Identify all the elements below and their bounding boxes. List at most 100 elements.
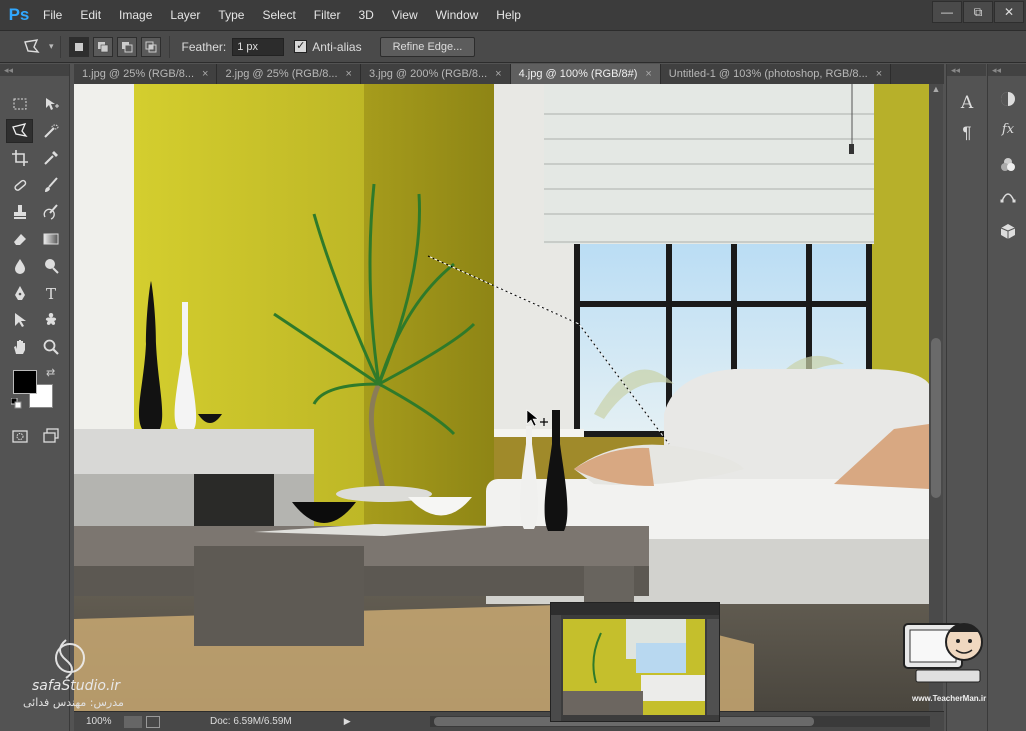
tab-label: Untitled-1 @ 103% (photoshop, RGB/8... (668, 68, 868, 80)
menu-file[interactable]: File (34, 0, 71, 30)
dock-header[interactable]: ◂◂ (947, 64, 986, 76)
gradient-tool-icon[interactable] (37, 227, 64, 251)
preset-dropdown-icon[interactable]: ▾ (49, 41, 54, 52)
watermark-site: safaStudio.ir (32, 678, 121, 694)
minimize-button[interactable]: — (932, 1, 962, 23)
close-tab-icon[interactable]: × (876, 68, 882, 80)
brush-tool-icon[interactable] (37, 173, 64, 197)
paragraph-panel-icon[interactable]: ¶ (951, 118, 983, 148)
options-bar: ▾ Feather: ✓ Anti-alias Refine Edge... (0, 30, 1026, 63)
watermark-teacher: مدرس: مهندس فدائی (23, 696, 124, 709)
tab-label: 1.jpg @ 25% (RGB/8... (82, 68, 195, 80)
tab-3jpg[interactable]: 3.jpg @ 200% (RGB/8... × (360, 64, 511, 84)
menu-image[interactable]: Image (110, 0, 161, 30)
separator (168, 35, 170, 58)
zoom-level[interactable]: 100% (86, 716, 118, 727)
adjustments-panel-icon[interactable] (992, 84, 1024, 114)
menu-layer[interactable]: Layer (161, 0, 209, 30)
menu-view[interactable]: View (383, 0, 427, 30)
menu-window[interactable]: Window (427, 0, 488, 30)
scroll-up-icon[interactable]: ▲ (929, 84, 943, 98)
tab-1jpg[interactable]: 1.jpg @ 25% (RGB/8... × (74, 64, 218, 84)
subtract-from-selection-button[interactable] (116, 36, 137, 57)
custom-shape-tool-icon[interactable] (37, 308, 64, 332)
menu-bar: Ps File Edit Image Layer Type Select Fil… (0, 0, 1026, 30)
crop-tool-icon[interactable] (6, 146, 33, 170)
status-bar: 100% Doc: 6.59M/6.59M ▶ (74, 711, 944, 731)
refine-edge-button[interactable]: Refine Edge... (379, 36, 476, 57)
tab-2jpg[interactable]: 2.jpg @ 25% (RGB/8... × (217, 64, 361, 84)
close-tab-icon[interactable]: × (346, 68, 352, 80)
blur-tool-icon[interactable] (6, 254, 33, 278)
eyedropper-tool-icon[interactable] (37, 146, 64, 170)
menu-3d[interactable]: 3D (349, 0, 382, 30)
paths-panel-icon[interactable] (992, 180, 1024, 210)
antialias-checkbox[interactable]: ✓ (294, 40, 308, 53)
channels-panel-icon[interactable] (992, 150, 1024, 180)
document-size-info: Doc: 6.59M/6.59M (210, 716, 292, 727)
document-tabs: 1.jpg @ 25% (RGB/8... × 2.jpg @ 25% (RGB/… (74, 64, 944, 84)
menu-filter[interactable]: Filter (305, 0, 350, 30)
close-tab-icon[interactable]: × (645, 68, 651, 80)
tab-label: 3.jpg @ 200% (RGB/8... (368, 68, 488, 80)
close-tab-icon[interactable]: × (495, 68, 501, 80)
foreground-color-swatch[interactable] (13, 370, 37, 394)
menu-help[interactable]: Help (487, 0, 530, 30)
dodge-tool-icon[interactable] (37, 254, 64, 278)
color-swatches: ⇄ (0, 364, 69, 422)
polygonal-lasso-preset-icon[interactable] (18, 35, 45, 59)
close-tab-icon[interactable]: × (202, 68, 208, 80)
dock-header[interactable]: ◂◂ (988, 64, 1026, 76)
svg-text:T: T (45, 285, 55, 302)
tab-label: 4.jpg @ 100% (RGB/8#) (518, 68, 638, 80)
swap-colors-icon[interactable]: ⇄ (46, 366, 55, 379)
screen-mode-icon[interactable] (37, 424, 64, 448)
styles-fx-panel-icon[interactable]: fx (992, 114, 1024, 144)
add-to-selection-button[interactable] (92, 36, 113, 57)
clone-stamp-tool-icon[interactable] (6, 200, 33, 224)
move-tool-icon[interactable] (37, 92, 64, 116)
hand-tool-icon[interactable] (6, 335, 33, 359)
restore-button[interactable]: ⧉ (963, 1, 993, 23)
tab-untitled-1[interactable]: Untitled-1 @ 103% (photoshop, RGB/8... × (660, 64, 892, 84)
polygonal-lasso-tool-icon[interactable] (6, 118, 33, 143)
antialias-label: Anti-alias (312, 39, 362, 54)
menu-select[interactable]: Select (253, 0, 304, 30)
zoom-tool-icon[interactable] (37, 335, 64, 359)
menu-edit[interactable]: Edit (71, 0, 110, 30)
interior-photo (74, 84, 929, 711)
menu-type[interactable]: Type (209, 0, 253, 30)
share-icon[interactable] (146, 715, 160, 728)
pen-tool-icon[interactable] (6, 281, 33, 305)
eraser-tool-icon[interactable] (6, 227, 33, 251)
tab-4jpg[interactable]: 4.jpg @ 100% (RGB/8#) × (510, 64, 661, 84)
character-panel-icon[interactable]: A (951, 88, 983, 118)
new-selection-button[interactable] (68, 36, 89, 57)
default-colors-icon[interactable] (11, 398, 22, 409)
watermark-url: www.TeacherMan.ir (912, 694, 987, 703)
window-controls: — ⧉ ✕ (931, 1, 1024, 23)
quick-selection-tool-icon[interactable] (37, 119, 64, 143)
fx-label: fx (1001, 121, 1015, 137)
spot-healing-brush-icon[interactable] (6, 173, 33, 197)
type-tool-icon[interactable]: T (37, 281, 64, 305)
photoshop-logo: Ps (8, 5, 30, 24)
quick-mask-icon[interactable] (6, 424, 33, 448)
3d-panel-icon[interactable] (992, 216, 1024, 246)
teacherman-logo (903, 623, 983, 683)
preview-thumbnail (550, 602, 720, 722)
separator (59, 35, 61, 58)
tab-label: 2.jpg @ 25% (RGB/8... (225, 68, 338, 80)
rectangular-marquee-tool-icon[interactable] (6, 92, 33, 116)
status-menu-arrow-icon[interactable]: ▶ (344, 716, 351, 727)
path-selection-tool-icon[interactable] (6, 308, 33, 332)
close-button[interactable]: ✕ (994, 1, 1024, 23)
feather-label: Feather: (181, 39, 227, 54)
feather-input[interactable] (232, 37, 285, 56)
intersect-selection-button[interactable] (140, 36, 161, 57)
vertical-scroll-thumb[interactable] (931, 338, 941, 498)
status-options-icon[interactable] (124, 715, 142, 728)
tools-panel-header[interactable]: ◂◂ (0, 64, 69, 76)
history-brush-tool-icon[interactable] (37, 200, 64, 224)
document-canvas[interactable] (74, 84, 929, 711)
